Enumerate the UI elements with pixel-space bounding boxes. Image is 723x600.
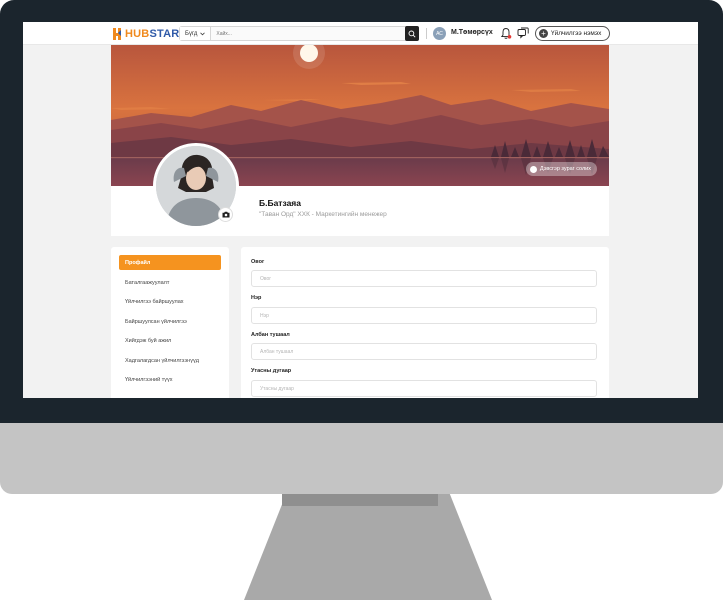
sidebar-item-saved-services[interactable]: Хадгалагдсан үйлчилгээнүүд [119, 353, 221, 368]
phone-label: Утасны дугаар [251, 368, 292, 374]
change-cover-button[interactable]: Дэвсгэр зураг солих [525, 162, 597, 176]
phone-field[interactable] [251, 380, 597, 397]
search-bar: Бүгд ✕ [179, 26, 419, 41]
profile-form: Овог Нэр Албан тушаал Утасны дугаар [241, 247, 609, 398]
header-divider [426, 28, 427, 39]
position-field[interactable] [251, 343, 597, 360]
monitor: HUBSTAR Бүгд ✕ АС М.Төмөрсүх [0, 0, 723, 600]
monitor-stand-shadow [282, 494, 438, 506]
top-navbar: HUBSTAR Бүгд ✕ АС М.Төмөрсүх [23, 22, 698, 45]
monitor-chin [0, 423, 723, 494]
profile-name: Б.Батзаяа [259, 198, 301, 208]
sidebar-item-verification[interactable]: Баталгаажуулалт [119, 275, 221, 290]
chat-icon[interactable] [517, 27, 529, 40]
sidebar-item-jobs-in-progress[interactable]: Хийгдэж буй ажил [119, 333, 221, 348]
logo-text: HUBSTAR [125, 28, 179, 40]
bell-icon[interactable] [500, 27, 512, 40]
add-service-button[interactable]: + Үйлчилгээ нэмэх [535, 26, 610, 41]
search-category-label: Бүгд [185, 30, 198, 37]
user-name[interactable]: М.Төмөрсүх [451, 29, 493, 36]
profile-role: "Таван Орд" ХХК - Маркетингийн менежер [259, 211, 387, 218]
sidebar-item-post-service[interactable]: Үйлчилгээ байршуулах [119, 294, 221, 309]
sidebar-item-profile[interactable]: Профайл [119, 255, 221, 270]
screen: HUBSTAR Бүгд ✕ АС М.Төмөрсүх [23, 22, 698, 398]
logo[interactable]: HUBSTAR [111, 26, 179, 41]
sidebar-item-posted-services[interactable]: Байршуулсан үйлчилгээ [119, 314, 221, 329]
search-button[interactable] [405, 26, 419, 41]
position-label: Албан тушаал [251, 332, 290, 338]
change-cover-label: Дэвсгэр зураг солих [539, 166, 591, 172]
search-input[interactable] [211, 27, 405, 40]
firstname-label: Нэр [251, 295, 262, 301]
sidebar-item-service-history[interactable]: Үйлчилгээний түүх [119, 372, 221, 387]
chevron-down-icon [200, 32, 206, 35]
monitor-stand [244, 494, 492, 600]
profile-sidebar: Профайл Баталгаажуулалт Үйлчилгээ байршу… [111, 247, 229, 398]
logo-text-star: STAR [149, 27, 180, 40]
plus-icon: + [539, 29, 548, 38]
search-icon [408, 30, 416, 38]
camera-icon [529, 165, 537, 173]
add-service-label: Үйлчилгээ нэмэх [551, 30, 602, 37]
lastname-field[interactable] [251, 270, 597, 287]
firstname-field[interactable] [251, 307, 597, 324]
logo-text-hub: HUB [125, 27, 150, 40]
logo-mark-icon [113, 27, 121, 40]
search-category-dropdown[interactable]: Бүгд [180, 27, 212, 40]
change-avatar-button[interactable] [218, 207, 233, 222]
lastname-label: Овог [251, 259, 265, 265]
user-avatar[interactable]: АС [433, 27, 446, 40]
camera-icon [222, 211, 229, 218]
